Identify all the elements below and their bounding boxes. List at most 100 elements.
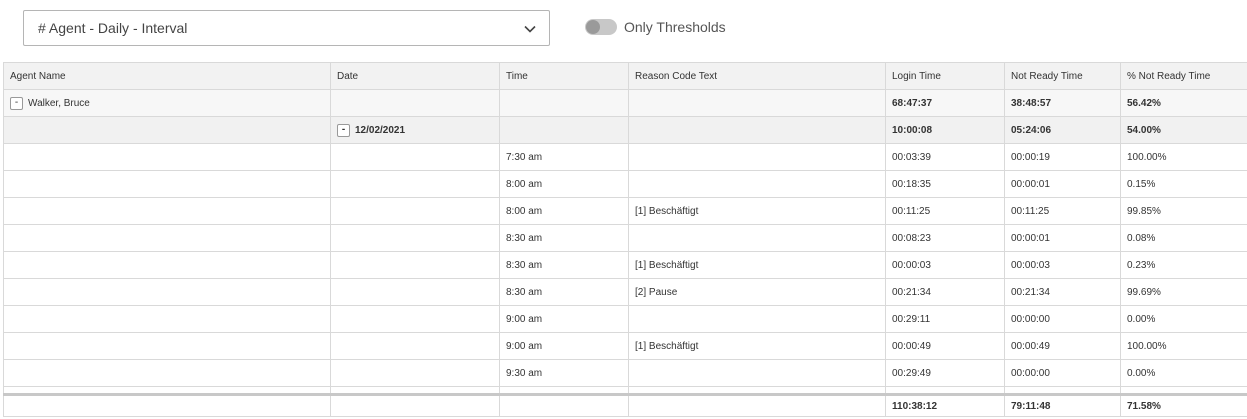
empty-cell xyxy=(628,386,886,395)
table-row: 9:00 am 00:29:11 00:00:00 0.00% xyxy=(3,305,1247,333)
empty-cell xyxy=(499,116,629,144)
empty-cell xyxy=(330,278,500,306)
col-date[interactable]: Date xyxy=(330,62,500,90)
empty-cell xyxy=(330,332,500,360)
report-type-dropdown[interactable]: # Agent - Daily - Interval xyxy=(23,10,550,46)
collapse-icon[interactable]: - xyxy=(337,123,350,137)
login-time-cell: 00:00:49 xyxy=(885,332,1005,360)
time-cell: 8:00 am xyxy=(499,170,629,198)
login-time-cell: 00:29:49 xyxy=(885,359,1005,387)
empty-cell xyxy=(628,89,886,117)
reason-code-cell xyxy=(628,224,886,252)
report-toolbar: # Agent - Daily - Interval Only Threshol… xyxy=(0,0,1247,62)
table-row: 8:30 am [1] Beschäftigt 00:00:03 00:00:03 0.… xyxy=(3,251,1247,279)
empty-cell xyxy=(628,393,886,417)
not-ready-time-cell: 00:00:03 xyxy=(1004,251,1121,279)
not-ready-time-cell: 00:00:01 xyxy=(1004,170,1121,198)
reason-code-cell: [2] Pause xyxy=(628,278,886,306)
group-not-ready-time: 38:48:57 xyxy=(1004,89,1121,117)
report-grid: Agent Name Date Time Reason Code Text Lo… xyxy=(3,62,1247,417)
col-pct-not-ready-time[interactable]: % Not Ready Time xyxy=(1120,62,1247,90)
report-type-value: # Agent - Daily - Interval xyxy=(38,20,188,36)
table-row: 8:00 am [1] Beschäftigt 00:11:25 00:11:25 99… xyxy=(3,197,1247,225)
pct-not-ready-cell: 0.00% xyxy=(1120,359,1247,387)
empty-cell xyxy=(3,359,331,387)
toggle-knob xyxy=(586,20,600,34)
agent-group-row: - Walker, Bruce 68:47:37 38:48:57 56.42% xyxy=(3,89,1247,117)
pct-not-ready-cell: 0.00% xyxy=(1120,305,1247,333)
time-cell: 9:30 am xyxy=(499,359,629,387)
empty-cell xyxy=(330,305,500,333)
time-cell: 8:30 am xyxy=(499,224,629,252)
group-login-time: 68:47:37 xyxy=(885,89,1005,117)
col-login-time[interactable]: Login Time xyxy=(885,62,1005,90)
total-pct-not-ready: 71.58% xyxy=(1120,393,1247,417)
empty-cell xyxy=(885,386,1005,395)
empty-cell xyxy=(3,393,331,417)
not-ready-time-cell: 00:00:00 xyxy=(1004,359,1121,387)
time-cell: 8:00 am xyxy=(499,197,629,225)
login-time-cell: 00:08:23 xyxy=(885,224,1005,252)
report-table: Agent Name Date Time Reason Code Text Lo… xyxy=(3,62,1247,417)
empty-cell xyxy=(330,143,500,171)
only-thresholds-toggle[interactable] xyxy=(585,19,617,35)
pct-not-ready-cell: 100.00% xyxy=(1120,143,1247,171)
login-time-cell: 00:21:34 xyxy=(885,278,1005,306)
reason-code-cell xyxy=(628,143,886,171)
reason-code-cell xyxy=(628,305,886,333)
reason-code-cell xyxy=(628,359,886,387)
empty-cell xyxy=(330,393,500,417)
not-ready-time-cell: 00:00:49 xyxy=(1004,332,1121,360)
empty-cell xyxy=(499,89,629,117)
reason-code-cell: [1] Beschäftigt xyxy=(628,251,886,279)
col-agent-name[interactable]: Agent Name xyxy=(3,62,331,90)
table-row: 8:30 am 00:08:23 00:00:01 0.08% xyxy=(3,224,1247,252)
not-ready-time-cell: 00:00:01 xyxy=(1004,224,1121,252)
time-cell: 8:30 am xyxy=(499,251,629,279)
date-value: 12/02/2021 xyxy=(355,124,406,136)
total-not-ready-time: 79:11:48 xyxy=(1004,393,1121,417)
empty-cell xyxy=(628,116,886,144)
empty-cell xyxy=(3,116,331,144)
col-reason-code-text[interactable]: Reason Code Text xyxy=(628,62,886,90)
empty-cell xyxy=(3,332,331,360)
empty-cell xyxy=(3,143,331,171)
empty-cell xyxy=(3,305,331,333)
empty-cell xyxy=(330,170,500,198)
empty-cell xyxy=(3,278,331,306)
time-cell: 7:30 am xyxy=(499,143,629,171)
empty-cell xyxy=(3,386,331,395)
time-cell: 8:30 am xyxy=(499,278,629,306)
empty-cell xyxy=(330,89,500,117)
header-row: Agent Name Date Time Reason Code Text Lo… xyxy=(3,62,1247,90)
login-time-cell: 00:00:03 xyxy=(885,251,1005,279)
total-login-time: 110:38:12 xyxy=(885,393,1005,417)
table-row: 8:30 am [2] Pause 00:21:34 00:21:34 99.69% xyxy=(3,278,1247,306)
empty-cell xyxy=(1004,386,1121,395)
date-not-ready-time: 05:24:06 xyxy=(1004,116,1121,144)
empty-cell xyxy=(3,251,331,279)
not-ready-time-cell: 00:21:34 xyxy=(1004,278,1121,306)
totals-row: 110:38:12 79:11:48 71.58% xyxy=(3,393,1247,417)
col-not-ready-time[interactable]: Not Ready Time xyxy=(1004,62,1121,90)
reason-code-cell: [1] Beschäftigt xyxy=(628,332,886,360)
empty-cell xyxy=(330,251,500,279)
date-group-row: - 12/02/2021 10:00:08 05:24:06 54.00% xyxy=(3,116,1247,144)
only-thresholds-toggle-group: Only Thresholds xyxy=(585,19,726,35)
pct-not-ready-cell: 99.69% xyxy=(1120,278,1247,306)
date-login-time: 10:00:08 xyxy=(885,116,1005,144)
date-pct-not-ready: 54.00% xyxy=(1120,116,1247,144)
collapse-icon[interactable]: - xyxy=(10,96,23,110)
empty-cell xyxy=(499,393,629,417)
not-ready-time-cell: 00:00:19 xyxy=(1004,143,1121,171)
login-time-cell: 00:29:11 xyxy=(885,305,1005,333)
col-time[interactable]: Time xyxy=(499,62,629,90)
pct-not-ready-cell: 99.85% xyxy=(1120,197,1247,225)
empty-cell xyxy=(3,170,331,198)
group-pct-not-ready: 56.42% xyxy=(1120,89,1247,117)
only-thresholds-label: Only Thresholds xyxy=(624,19,726,35)
agent-cell: - Walker, Bruce xyxy=(3,89,331,117)
table-row: 9:00 am [1] Beschäftigt 00:00:49 00:00:49 10… xyxy=(3,332,1247,360)
pct-not-ready-cell: 100.00% xyxy=(1120,332,1247,360)
chevron-down-icon xyxy=(524,25,536,33)
